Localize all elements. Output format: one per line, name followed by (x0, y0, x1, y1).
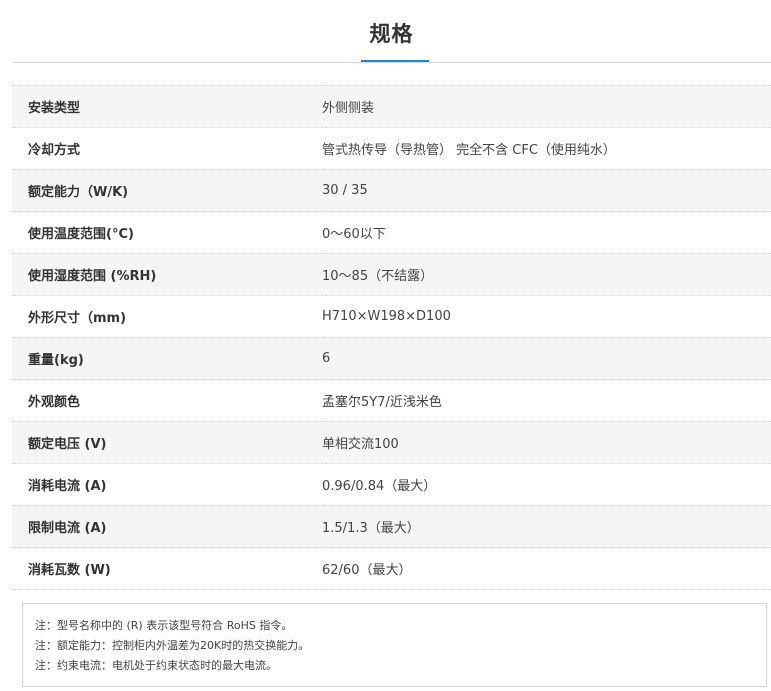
spec-value: 0～60以下 (322, 211, 771, 254)
spec-label: 重量(kg) (12, 337, 322, 380)
section-header: 规格 (12, 0, 771, 63)
spec-value: H710×W198×D100 (322, 295, 771, 338)
spec-label: 外观颜色 (12, 379, 322, 422)
spec-row: 外形尺寸（mm) H710×W198×D100 (12, 295, 771, 338)
spec-row: 重量(kg) 6 (12, 337, 771, 380)
spec-row: 消耗瓦数 (W) 62/60（最大） (12, 547, 771, 590)
note-line: 注：型号名称中的 (R) 表示该型号符合 RoHS 指令。 (35, 619, 293, 632)
spec-table: 安装类型 外侧侧装 冷却方式 管式热传导（导热管） 完全不含 CFC（使用纯水）… (12, 85, 771, 590)
spec-value: 1.5/1.3（最大） (322, 505, 771, 548)
spec-label: 安装类型 (12, 85, 322, 128)
spec-value: 30 / 35 (322, 169, 771, 212)
spec-value: 10～85（不结露） (322, 253, 771, 296)
spec-value: 管式热传导（导热管） 完全不含 CFC（使用纯水） (322, 127, 771, 170)
note-line: 注：约束电流：电机处于约束状态时的最大电流。 (35, 659, 277, 672)
spec-label: 额定电压 (V) (12, 421, 322, 464)
spec-row: 使用湿度范围 (%RH) 10～85（不结露） (12, 253, 771, 296)
spec-row: 冷却方式 管式热传导（导热管） 完全不含 CFC（使用纯水） (12, 127, 771, 170)
notes-box: 注：型号名称中的 (R) 表示该型号符合 RoHS 指令。 注：额定能力：控制柜… (22, 603, 767, 687)
section-title: 规格 (369, 22, 414, 46)
spec-row: 消耗电流 (A) 0.96/0.84（最大） (12, 463, 771, 506)
spec-row: 使用温度范围(°C) 0～60以下 (12, 211, 771, 254)
spec-label: 冷却方式 (12, 127, 322, 170)
spec-value: 6 (322, 337, 771, 380)
spec-row: 额定能力（W/K) 30 / 35 (12, 169, 771, 212)
spec-row: 外观颜色 孟塞尔5Y7/近浅米色 (12, 379, 771, 422)
spec-row: 安装类型 外侧侧装 (12, 85, 771, 128)
spec-label: 外形尺寸（mm) (12, 295, 322, 338)
spec-label: 额定能力（W/K) (12, 169, 322, 212)
spec-label: 使用湿度范围 (%RH) (12, 253, 322, 296)
title-underline (361, 60, 429, 62)
spec-label: 使用温度范围(°C) (12, 211, 322, 254)
spec-value: 外侧侧装 (322, 85, 771, 128)
note-line: 注：额定能力：控制柜内外温差为20K时的热交换能力。 (35, 639, 310, 652)
spec-row: 限制电流 (A) 1.5/1.3（最大） (12, 505, 771, 548)
spec-label: 消耗瓦数 (W) (12, 547, 322, 590)
spec-label: 消耗电流 (A) (12, 463, 322, 506)
spec-value: 孟塞尔5Y7/近浅米色 (322, 379, 771, 422)
spec-label: 限制电流 (A) (12, 505, 322, 548)
spec-value: 0.96/0.84（最大） (322, 463, 771, 506)
spec-row: 额定电压 (V) 单相交流100 (12, 421, 771, 464)
spec-value: 单相交流100 (322, 421, 771, 464)
spec-value: 62/60（最大） (322, 547, 771, 590)
